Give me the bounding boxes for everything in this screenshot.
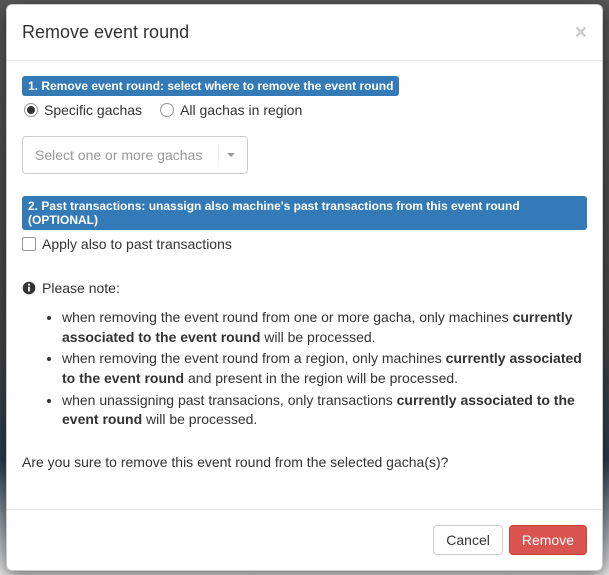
remove-button[interactable]: Remove — [509, 525, 587, 555]
confirm-question: Are you sure to remove this event round … — [22, 454, 587, 470]
note-item: when unassigning past transacions, only … — [62, 391, 587, 430]
gacha-select-dropdown[interactable]: Select one or more gachas — [22, 136, 248, 174]
section1-header: 1. Remove event round: select where to r… — [22, 76, 399, 96]
info-icon — [22, 281, 36, 295]
remove-event-round-modal: Remove event round × 1. Remove event rou… — [6, 4, 603, 571]
radio-label: All gachas in region — [180, 102, 302, 118]
section2-header: 2. Past transactions: unassign also mach… — [22, 196, 587, 230]
modal-body: 1. Remove event round: select where to r… — [7, 61, 602, 509]
modal-header: Remove event round × — [7, 5, 602, 61]
modal-footer: Cancel Remove — [7, 509, 602, 570]
remove-target-radiogroup: Specific gachas All gachas in region — [22, 102, 587, 118]
radio-specific-gachas[interactable]: Specific gachas — [24, 102, 142, 118]
checkbox-label: Apply also to past transactions — [42, 236, 232, 252]
note-item: when removing the event round from one o… — [62, 308, 587, 347]
note-item: when removing the event round from a reg… — [62, 349, 587, 388]
note-label: Please note: — [42, 280, 120, 296]
close-button[interactable]: × — [575, 22, 587, 43]
radio-icon — [160, 103, 174, 117]
apply-past-transactions-checkbox[interactable]: Apply also to past transactions — [22, 236, 587, 252]
dropdown-separator — [218, 145, 219, 165]
note-heading: Please note: — [22, 280, 587, 296]
radio-label: Specific gachas — [44, 102, 142, 118]
checkbox-icon — [22, 237, 36, 251]
radio-all-gachas-region[interactable]: All gachas in region — [160, 102, 302, 118]
cancel-button[interactable]: Cancel — [433, 525, 503, 555]
modal-title: Remove event round — [22, 20, 189, 45]
note-list: when removing the event round from one o… — [22, 308, 587, 430]
chevron-down-icon — [227, 153, 235, 157]
radio-icon — [24, 103, 38, 117]
dropdown-placeholder: Select one or more gachas — [35, 147, 202, 163]
